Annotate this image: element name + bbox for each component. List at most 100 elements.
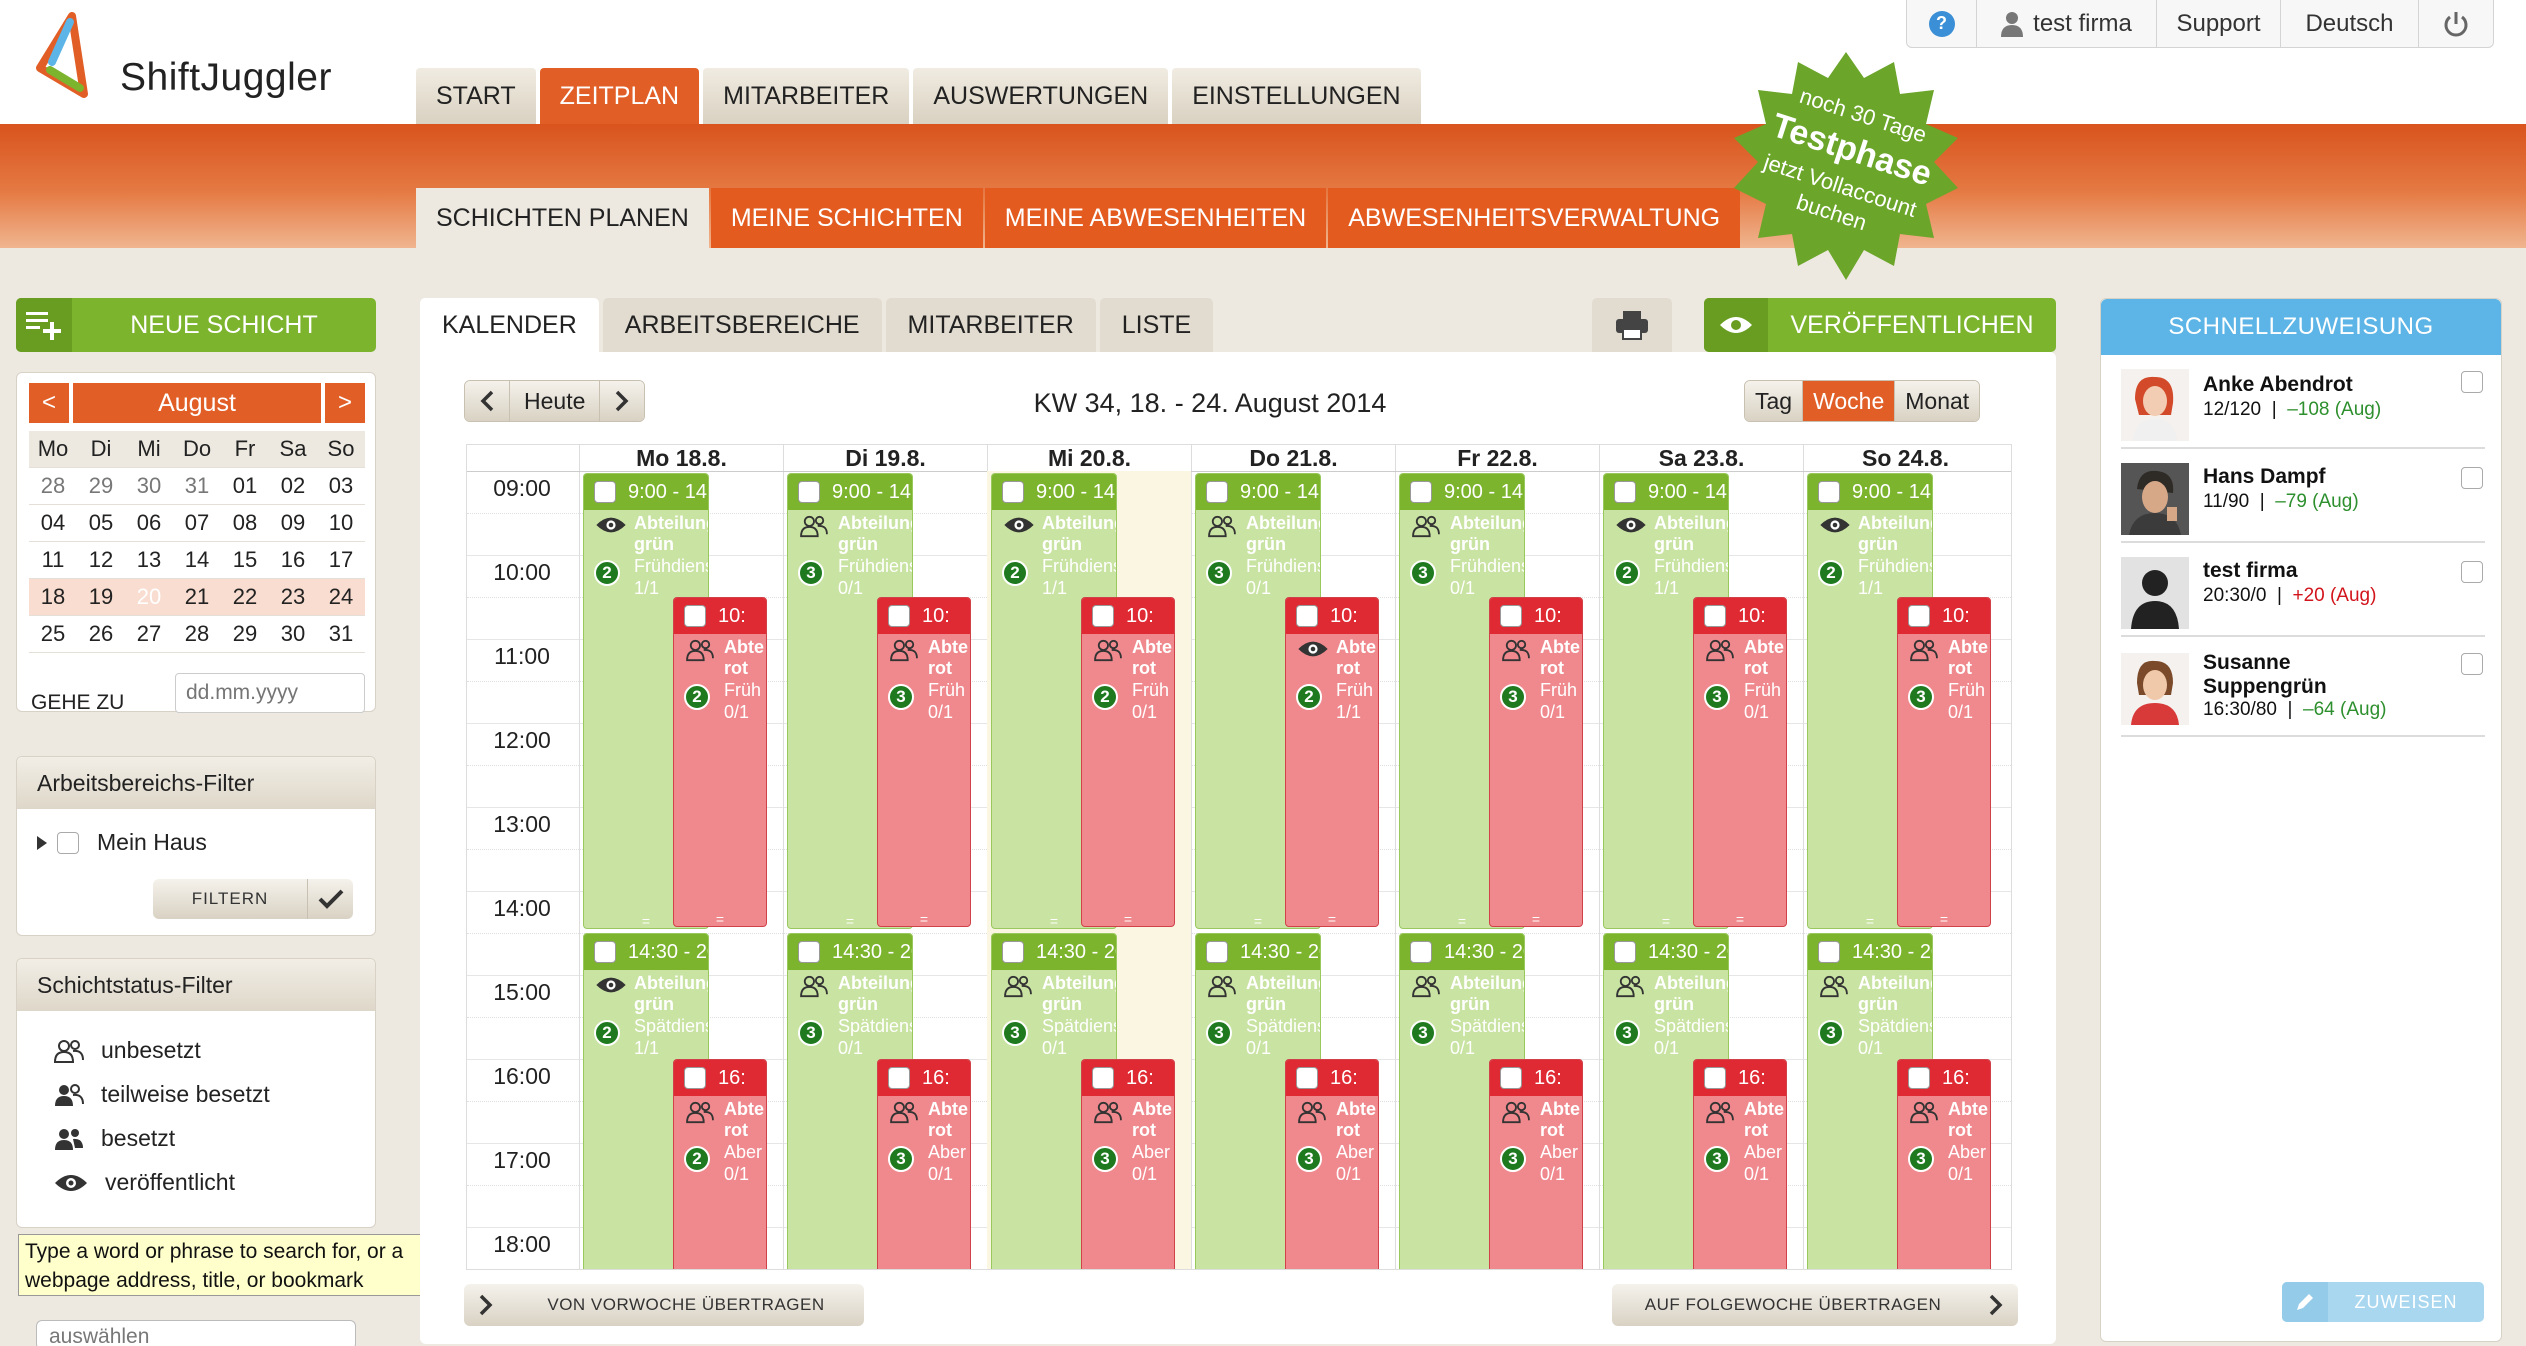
shift-checkbox[interactable] — [1704, 605, 1726, 627]
calendar-day[interactable]: 07 — [173, 505, 221, 542]
logout-button[interactable] — [2419, 0, 2493, 47]
calendar-day[interactable]: 24 — [317, 579, 365, 616]
resize-handle[interactable]: = — [1490, 912, 1582, 926]
calendar-day[interactable]: 28 — [29, 468, 77, 505]
shift-block[interactable]: 16: Abte rot 2 Aber 0/1 = — [673, 1059, 767, 1269]
prev-week-button[interactable] — [465, 381, 509, 421]
language-select[interactable]: Deutsch — [2281, 0, 2419, 47]
view-month[interactable]: Monat — [1895, 381, 1980, 421]
calendar-day[interactable]: 06 — [125, 505, 173, 542]
resize-handle[interactable]: = — [878, 912, 970, 926]
subnav-meine-abwesenheiten[interactable]: MEINE ABWESENHEITEN — [984, 188, 1327, 248]
calendar-day[interactable]: 31 — [317, 616, 365, 653]
filter-button[interactable]: FILTERN — [153, 879, 353, 919]
resize-handle[interactable]: = — [1694, 912, 1786, 926]
assign-button[interactable]: ZUWEISEN — [2282, 1282, 2484, 1322]
shift-block[interactable]: 10: Abte rot 2 Früh 1/1 = — [1285, 597, 1379, 927]
shift-checkbox[interactable] — [1500, 1067, 1522, 1089]
shift-checkbox[interactable] — [1092, 1067, 1114, 1089]
resize-handle[interactable]: = — [1898, 912, 1990, 926]
shift-checkbox[interactable] — [684, 1067, 706, 1089]
shift-block[interactable]: 10: Abte rot 2 Früh 0/1 = — [1081, 597, 1175, 927]
shift-block[interactable]: 10: Abte rot 3 Früh 0/1 = — [877, 597, 971, 927]
subnav-abwesenheitsverwaltung[interactable]: ABWESENHEITSVERWALTUNG — [1328, 188, 1741, 248]
person-checkbox[interactable] — [2461, 653, 2483, 675]
calendar-day[interactable]: 22 — [221, 579, 269, 616]
shift-checkbox[interactable] — [1002, 941, 1024, 963]
calendar-day[interactable]: 20 — [125, 579, 173, 616]
nav-start[interactable]: START — [416, 68, 536, 124]
shift-checkbox[interactable] — [684, 605, 706, 627]
shift-checkbox[interactable] — [798, 481, 820, 503]
shift-block[interactable]: 10: Abte rot 3 Früh 0/1 = — [1897, 597, 1991, 927]
shift-checkbox[interactable] — [594, 481, 616, 503]
shift-checkbox[interactable] — [1500, 605, 1522, 627]
status-unbesetzt[interactable]: unbesetzt — [53, 1037, 201, 1064]
calendar-prev-button[interactable]: < — [29, 383, 69, 423]
shift-block[interactable]: 10: Abte rot 3 Früh 0/1 = — [1693, 597, 1787, 927]
calendar-day[interactable]: 25 — [29, 616, 77, 653]
calendar-day[interactable]: 29 — [77, 468, 125, 505]
person-checkbox[interactable] — [2461, 371, 2483, 393]
resize-handle[interactable]: = — [1286, 912, 1378, 926]
person-row[interactable]: Susanne Suppengrün 16:30/80 | –64 (Aug) — [2121, 641, 2485, 737]
goto-date-input[interactable] — [175, 673, 365, 713]
shift-block[interactable]: 10: Abte rot 3 Früh 0/1 = — [1489, 597, 1583, 927]
status-besetzt[interactable]: besetzt — [53, 1125, 175, 1152]
copy-to-next-week-button[interactable]: AUF FOLGEWOCHE ÜBERTRAGEN — [1612, 1284, 2018, 1326]
resize-handle[interactable]: = — [674, 912, 766, 926]
support-link[interactable]: Support — [2157, 0, 2281, 47]
subnav-schichten-planen[interactable]: SCHICHTEN PLANEN — [416, 188, 709, 248]
calendar-day[interactable]: 17 — [317, 542, 365, 579]
shift-checkbox[interactable] — [1818, 941, 1840, 963]
calendar-day[interactable]: 03 — [317, 468, 365, 505]
calendar-day[interactable]: 12 — [77, 542, 125, 579]
nav-auswertungen[interactable]: AUSWERTUNGEN — [913, 68, 1169, 124]
calendar-day[interactable]: 19 — [77, 579, 125, 616]
calendar-day[interactable]: 11 — [29, 542, 77, 579]
shift-block[interactable]: 16: Abte rot 3 Aber 0/1 = — [1897, 1059, 1991, 1269]
new-shift-button[interactable]: NEUE SCHICHT — [16, 298, 376, 352]
expand-triangle-icon[interactable] — [37, 835, 47, 850]
shift-block[interactable]: 16: Abte rot 3 Aber 0/1 = — [1081, 1059, 1175, 1269]
shift-checkbox[interactable] — [888, 605, 910, 627]
calendar-day[interactable]: 28 — [173, 616, 221, 653]
person-checkbox[interactable] — [2461, 467, 2483, 489]
calendar-next-button[interactable]: > — [325, 383, 365, 423]
calendar-day[interactable]: 30 — [269, 616, 317, 653]
calendar-day[interactable]: 13 — [125, 542, 173, 579]
view-day[interactable]: Tag — [1745, 381, 1804, 421]
shift-checkbox[interactable] — [1410, 481, 1432, 503]
nav-mitarbeiter[interactable]: MITARBEITER — [703, 68, 910, 124]
logo[interactable]: ShiftJuggler — [20, 12, 360, 122]
calendar-day[interactable]: 21 — [173, 579, 221, 616]
publish-button[interactable]: VERÖFFENTLICHEN — [1704, 298, 2056, 352]
area-checkbox[interactable] — [57, 831, 79, 854]
calendar-day[interactable]: 02 — [269, 468, 317, 505]
shift-block[interactable]: 16: Abte rot 3 Aber 0/1 = — [877, 1059, 971, 1269]
shift-block[interactable]: 16: Abte rot 3 Aber 0/1 = — [1489, 1059, 1583, 1269]
shift-checkbox[interactable] — [1206, 481, 1228, 503]
view-week[interactable]: Woche — [1803, 381, 1896, 421]
calendar-day[interactable]: 27 — [125, 616, 173, 653]
shift-checkbox[interactable] — [1908, 605, 1930, 627]
shift-checkbox[interactable] — [1296, 605, 1318, 627]
shift-checkbox[interactable] — [1092, 605, 1114, 627]
shift-checkbox[interactable] — [798, 941, 820, 963]
today-button[interactable]: Heute — [509, 381, 601, 421]
tab-kalender[interactable]: KALENDER — [420, 298, 599, 352]
person-row[interactable]: Anke Abendrot 12/120 | –108 (Aug) — [2121, 363, 2485, 449]
calendar-day[interactable]: 16 — [269, 542, 317, 579]
calendar-day[interactable]: 23 — [269, 579, 317, 616]
calendar-day[interactable]: 05 — [77, 505, 125, 542]
calendar-day[interactable]: 09 — [269, 505, 317, 542]
subnav-meine-schichten[interactable]: MEINE SCHICHTEN — [710, 188, 983, 248]
shift-checkbox[interactable] — [1296, 1067, 1318, 1089]
shift-checkbox[interactable] — [594, 941, 616, 963]
calendar-day[interactable]: 18 — [29, 579, 77, 616]
calendar-day[interactable]: 14 — [173, 542, 221, 579]
calendar-day[interactable]: 15 — [221, 542, 269, 579]
shift-block[interactable]: 16: Abte rot 3 Aber 0/1 = — [1285, 1059, 1379, 1269]
calendar-day[interactable]: 30 — [125, 468, 173, 505]
status-teilweise[interactable]: teilweise besetzt — [53, 1081, 270, 1108]
